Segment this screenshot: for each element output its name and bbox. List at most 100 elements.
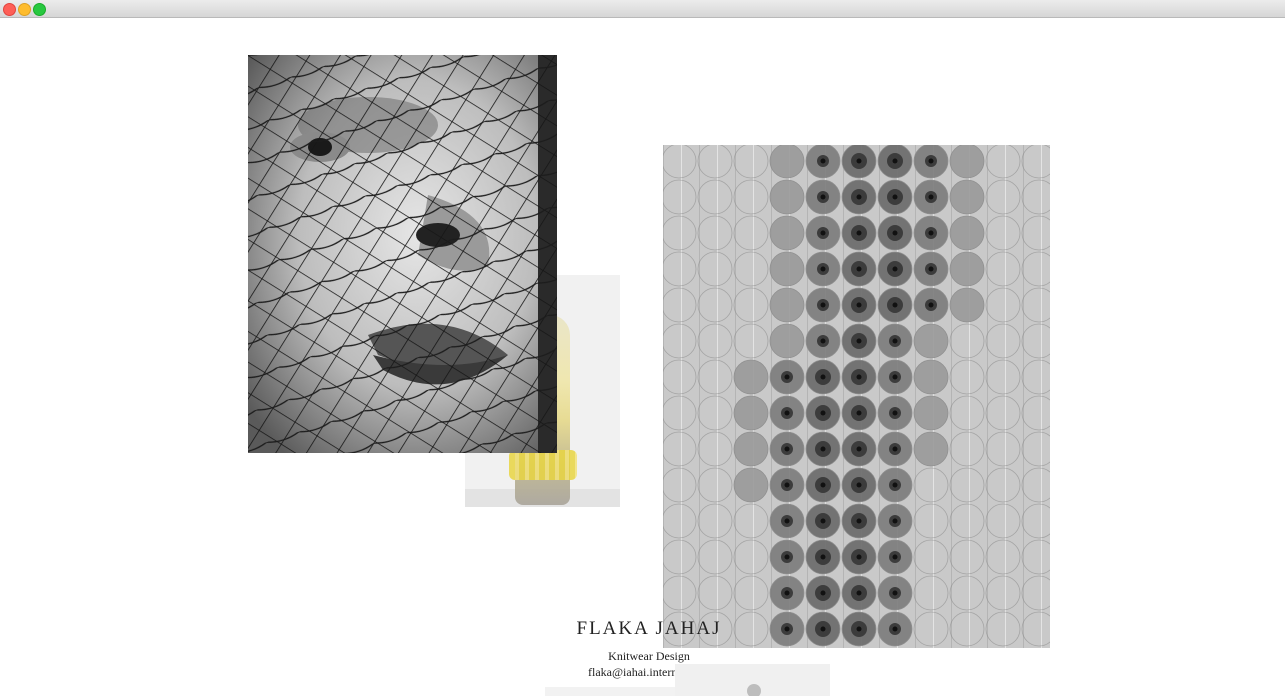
knit-circle [985,539,1021,575]
knit-circle [949,179,985,215]
knit-circle [733,539,769,575]
knit-circle [697,145,733,179]
knit-circle [697,467,733,503]
knit-circle [985,215,1021,251]
knit-circle [985,431,1021,467]
knit-circle [913,575,949,611]
knit-circle [1021,323,1050,359]
face-photo[interactable] [248,55,557,453]
site-title[interactable]: FLAKA JAHAJ [0,618,1285,640]
knit-circle [663,179,697,215]
knit-circle [949,215,985,251]
knit-circle [949,323,985,359]
knit-circle [733,215,769,251]
knit-circle-dot [856,194,862,200]
knit-circle-grid [663,145,1050,648]
knit-circle-dot [892,518,898,524]
knit-circle [733,179,769,215]
knit-circle [913,431,949,467]
knit-circle-dot [892,482,898,488]
knit-circle [769,179,805,215]
knit-circle-dot [856,410,862,416]
knit-circle-dot [820,590,826,596]
knit-circle-dot [892,266,898,272]
knit-circle [949,431,985,467]
knit-circle-dot [856,230,862,236]
knit-circle [985,467,1021,503]
knit-circle-dot [784,482,790,488]
knit-circle [1021,215,1050,251]
partial-image-right[interactable] [675,664,830,696]
knit-circle [697,503,733,539]
knit-circle-dot [820,518,826,524]
knit-circle [663,431,697,467]
knit-circle [985,251,1021,287]
yellow-fringe [509,450,577,480]
knit-circle [733,359,769,395]
knit-circle [1021,431,1050,467]
knit-circle-dot [820,230,826,236]
page-canvas: FLAKA JAHAJ Knitwear Design flaka@iahai.… [0,18,1285,696]
knit-circle [985,179,1021,215]
knit-circle [949,359,985,395]
knit-circle-dot [892,230,898,236]
knit-circle [733,323,769,359]
knit-circle [663,359,697,395]
knit-artwork-photo[interactable] [663,145,1050,648]
knit-circle [733,251,769,287]
knit-circle [1021,467,1050,503]
knit-circle [733,431,769,467]
knit-circle [663,215,697,251]
minimize-window-button[interactable] [18,3,31,16]
knit-circle [913,503,949,539]
partial-image-left[interactable] [545,687,675,696]
zoom-window-button[interactable] [33,3,46,16]
knit-circle-dot [928,230,934,236]
close-window-button[interactable] [3,3,16,16]
knit-circle [1021,539,1050,575]
knit-circle-dot [856,266,862,272]
knit-circle-dot [892,374,898,380]
knit-circle [1021,575,1050,611]
knit-circle [697,395,733,431]
knit-circle-dot [928,194,934,200]
knit-circle-dot [892,590,898,596]
knit-circle-dot [820,374,826,380]
knit-circle [663,467,697,503]
knit-circle-dot [784,590,790,596]
knit-circle [985,575,1021,611]
knit-circle-dot [892,338,898,344]
knit-circle [1021,395,1050,431]
knit-circle [949,287,985,323]
knit-circle [663,287,697,323]
knit-circle-dot [820,302,826,308]
knit-circle [733,503,769,539]
knit-circle [663,323,697,359]
knit-circle [769,323,805,359]
knit-circle [733,395,769,431]
knit-circle [949,503,985,539]
knit-circle [985,359,1021,395]
knit-circle [697,179,733,215]
email-link[interactable]: flaka@iahai.international [0,665,1285,680]
knit-circle-dot [856,590,862,596]
knit-circle [697,323,733,359]
knit-circle-dot [892,302,898,308]
knit-circle-dot [856,338,862,344]
knit-circle [985,287,1021,323]
knit-circle [913,395,949,431]
knit-circle [697,287,733,323]
knit-circle [663,251,697,287]
knit-circle [769,251,805,287]
partial-image-shape [747,684,761,696]
knit-circle [733,287,769,323]
knit-circle-dot [820,482,826,488]
knit-circle-dot [892,446,898,452]
knit-circle [769,215,805,251]
knit-circle [949,467,985,503]
knit-circle [663,395,697,431]
knit-circle-dot [892,158,898,164]
knit-circle [697,215,733,251]
knit-circle [985,323,1021,359]
knit-circle [663,145,697,179]
